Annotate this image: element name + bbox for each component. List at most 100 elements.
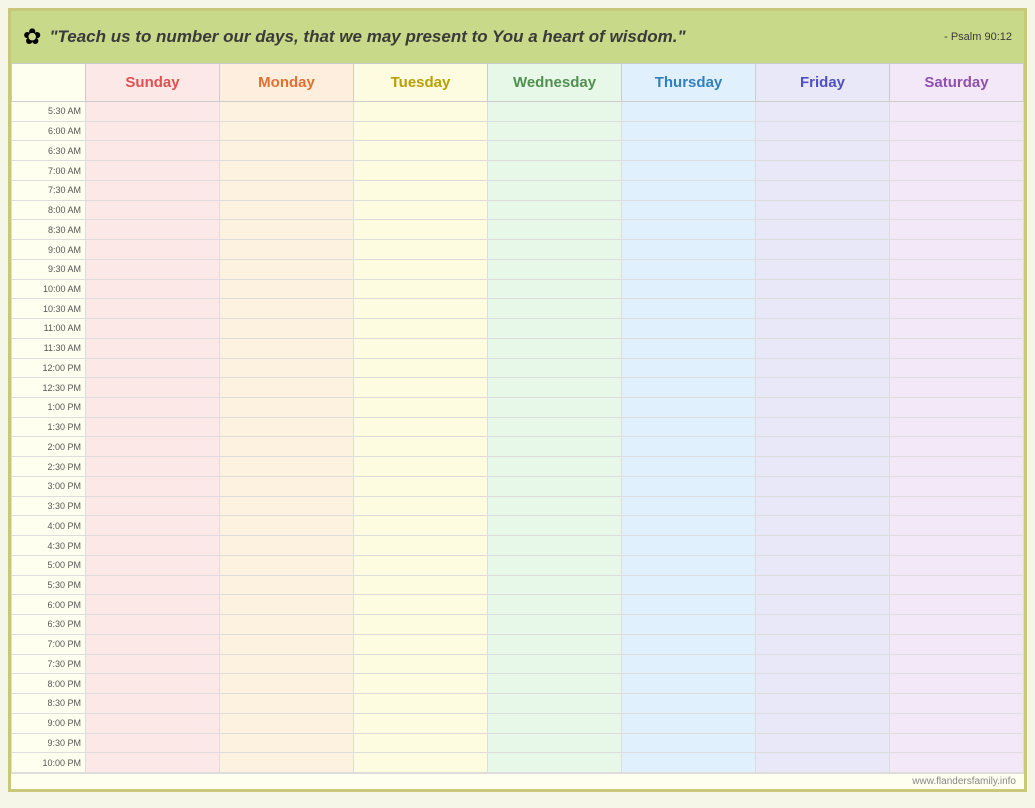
schedule-cell[interactable]	[890, 121, 1024, 141]
schedule-cell[interactable]	[756, 713, 890, 733]
schedule-cell[interactable]	[488, 457, 622, 477]
schedule-cell[interactable]	[622, 141, 756, 161]
schedule-cell[interactable]	[86, 654, 220, 674]
schedule-cell[interactable]	[220, 200, 354, 220]
schedule-cell[interactable]	[756, 615, 890, 635]
schedule-cell[interactable]	[756, 496, 890, 516]
schedule-cell[interactable]	[86, 121, 220, 141]
schedule-cell[interactable]	[890, 102, 1024, 122]
schedule-cell[interactable]	[622, 733, 756, 753]
schedule-cell[interactable]	[488, 121, 622, 141]
schedule-cell[interactable]	[220, 358, 354, 378]
schedule-cell[interactable]	[86, 674, 220, 694]
schedule-cell[interactable]	[220, 319, 354, 339]
schedule-cell[interactable]	[622, 555, 756, 575]
schedule-cell[interactable]	[890, 279, 1024, 299]
schedule-cell[interactable]	[488, 338, 622, 358]
schedule-cell[interactable]	[488, 615, 622, 635]
schedule-cell[interactable]	[354, 674, 488, 694]
schedule-cell[interactable]	[622, 319, 756, 339]
schedule-cell[interactable]	[220, 536, 354, 556]
schedule-cell[interactable]	[622, 299, 756, 319]
schedule-cell[interactable]	[890, 654, 1024, 674]
schedule-cell[interactable]	[488, 259, 622, 279]
schedule-cell[interactable]	[86, 437, 220, 457]
schedule-cell[interactable]	[354, 753, 488, 773]
schedule-cell[interactable]	[220, 121, 354, 141]
schedule-cell[interactable]	[220, 654, 354, 674]
schedule-cell[interactable]	[354, 713, 488, 733]
schedule-cell[interactable]	[220, 338, 354, 358]
schedule-cell[interactable]	[86, 259, 220, 279]
schedule-cell[interactable]	[488, 694, 622, 714]
schedule-cell[interactable]	[890, 694, 1024, 714]
schedule-cell[interactable]	[86, 733, 220, 753]
schedule-cell[interactable]	[890, 200, 1024, 220]
schedule-cell[interactable]	[756, 358, 890, 378]
schedule-cell[interactable]	[354, 220, 488, 240]
schedule-cell[interactable]	[488, 733, 622, 753]
schedule-cell[interactable]	[890, 299, 1024, 319]
schedule-cell[interactable]	[354, 536, 488, 556]
schedule-cell[interactable]	[756, 102, 890, 122]
schedule-cell[interactable]	[622, 694, 756, 714]
schedule-cell[interactable]	[488, 595, 622, 615]
schedule-cell[interactable]	[756, 575, 890, 595]
schedule-cell[interactable]	[354, 141, 488, 161]
schedule-cell[interactable]	[488, 220, 622, 240]
schedule-cell[interactable]	[220, 496, 354, 516]
schedule-cell[interactable]	[354, 733, 488, 753]
schedule-cell[interactable]	[354, 102, 488, 122]
schedule-cell[interactable]	[488, 713, 622, 733]
schedule-cell[interactable]	[622, 654, 756, 674]
schedule-cell[interactable]	[756, 654, 890, 674]
schedule-cell[interactable]	[756, 733, 890, 753]
schedule-cell[interactable]	[488, 299, 622, 319]
schedule-cell[interactable]	[890, 319, 1024, 339]
schedule-cell[interactable]	[354, 496, 488, 516]
schedule-cell[interactable]	[622, 102, 756, 122]
schedule-cell[interactable]	[756, 319, 890, 339]
schedule-cell[interactable]	[756, 555, 890, 575]
schedule-cell[interactable]	[354, 319, 488, 339]
schedule-cell[interactable]	[890, 595, 1024, 615]
schedule-cell[interactable]	[890, 713, 1024, 733]
schedule-cell[interactable]	[354, 437, 488, 457]
schedule-cell[interactable]	[890, 476, 1024, 496]
schedule-cell[interactable]	[220, 378, 354, 398]
schedule-cell[interactable]	[220, 733, 354, 753]
schedule-cell[interactable]	[86, 358, 220, 378]
schedule-cell[interactable]	[354, 575, 488, 595]
schedule-cell[interactable]	[86, 180, 220, 200]
schedule-cell[interactable]	[86, 220, 220, 240]
schedule-cell[interactable]	[622, 496, 756, 516]
schedule-cell[interactable]	[622, 121, 756, 141]
schedule-cell[interactable]	[756, 694, 890, 714]
schedule-cell[interactable]	[622, 220, 756, 240]
schedule-cell[interactable]	[220, 595, 354, 615]
schedule-cell[interactable]	[890, 437, 1024, 457]
schedule-cell[interactable]	[756, 338, 890, 358]
schedule-cell[interactable]	[354, 121, 488, 141]
schedule-cell[interactable]	[488, 555, 622, 575]
schedule-cell[interactable]	[488, 378, 622, 398]
schedule-cell[interactable]	[220, 615, 354, 635]
schedule-cell[interactable]	[890, 259, 1024, 279]
schedule-cell[interactable]	[756, 674, 890, 694]
schedule-cell[interactable]	[756, 457, 890, 477]
schedule-cell[interactable]	[890, 536, 1024, 556]
schedule-cell[interactable]	[220, 279, 354, 299]
schedule-cell[interactable]	[756, 279, 890, 299]
schedule-cell[interactable]	[756, 536, 890, 556]
schedule-cell[interactable]	[220, 476, 354, 496]
schedule-cell[interactable]	[488, 417, 622, 437]
schedule-cell[interactable]	[488, 753, 622, 773]
schedule-cell[interactable]	[488, 674, 622, 694]
schedule-cell[interactable]	[220, 674, 354, 694]
schedule-cell[interactable]	[488, 358, 622, 378]
schedule-cell[interactable]	[86, 338, 220, 358]
schedule-cell[interactable]	[756, 398, 890, 418]
schedule-cell[interactable]	[86, 575, 220, 595]
schedule-cell[interactable]	[488, 240, 622, 260]
schedule-cell[interactable]	[622, 259, 756, 279]
